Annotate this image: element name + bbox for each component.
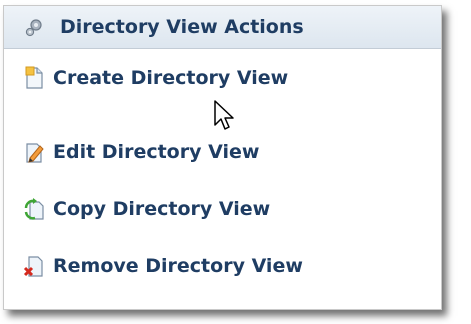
gear-icon <box>25 19 42 37</box>
create-directory-view-label: Create Directory View <box>53 67 289 89</box>
directory-view-actions-panel: Directory View Actions Create Directory … <box>3 5 442 310</box>
edit-directory-view-label: Edit Directory View <box>53 141 260 163</box>
remove-directory-view-label: Remove Directory View <box>53 255 303 277</box>
mouse-pointer-icon <box>214 100 234 130</box>
panel-title: Directory View Actions <box>60 16 304 38</box>
create-directory-view-link[interactable]: Create Directory View <box>10 63 390 95</box>
remove-document-icon <box>23 256 43 277</box>
edit-directory-view-link[interactable]: Edit Directory View <box>10 137 390 169</box>
copy-document-icon <box>24 198 44 220</box>
edit-document-icon <box>26 143 44 163</box>
copy-directory-view-label: Copy Directory View <box>53 198 271 220</box>
panel-header: Directory View Actions <box>4 6 441 49</box>
new-document-icon <box>25 66 43 89</box>
remove-directory-view-link[interactable]: Remove Directory View <box>10 251 390 283</box>
copy-directory-view-link[interactable]: Copy Directory View <box>10 194 390 226</box>
